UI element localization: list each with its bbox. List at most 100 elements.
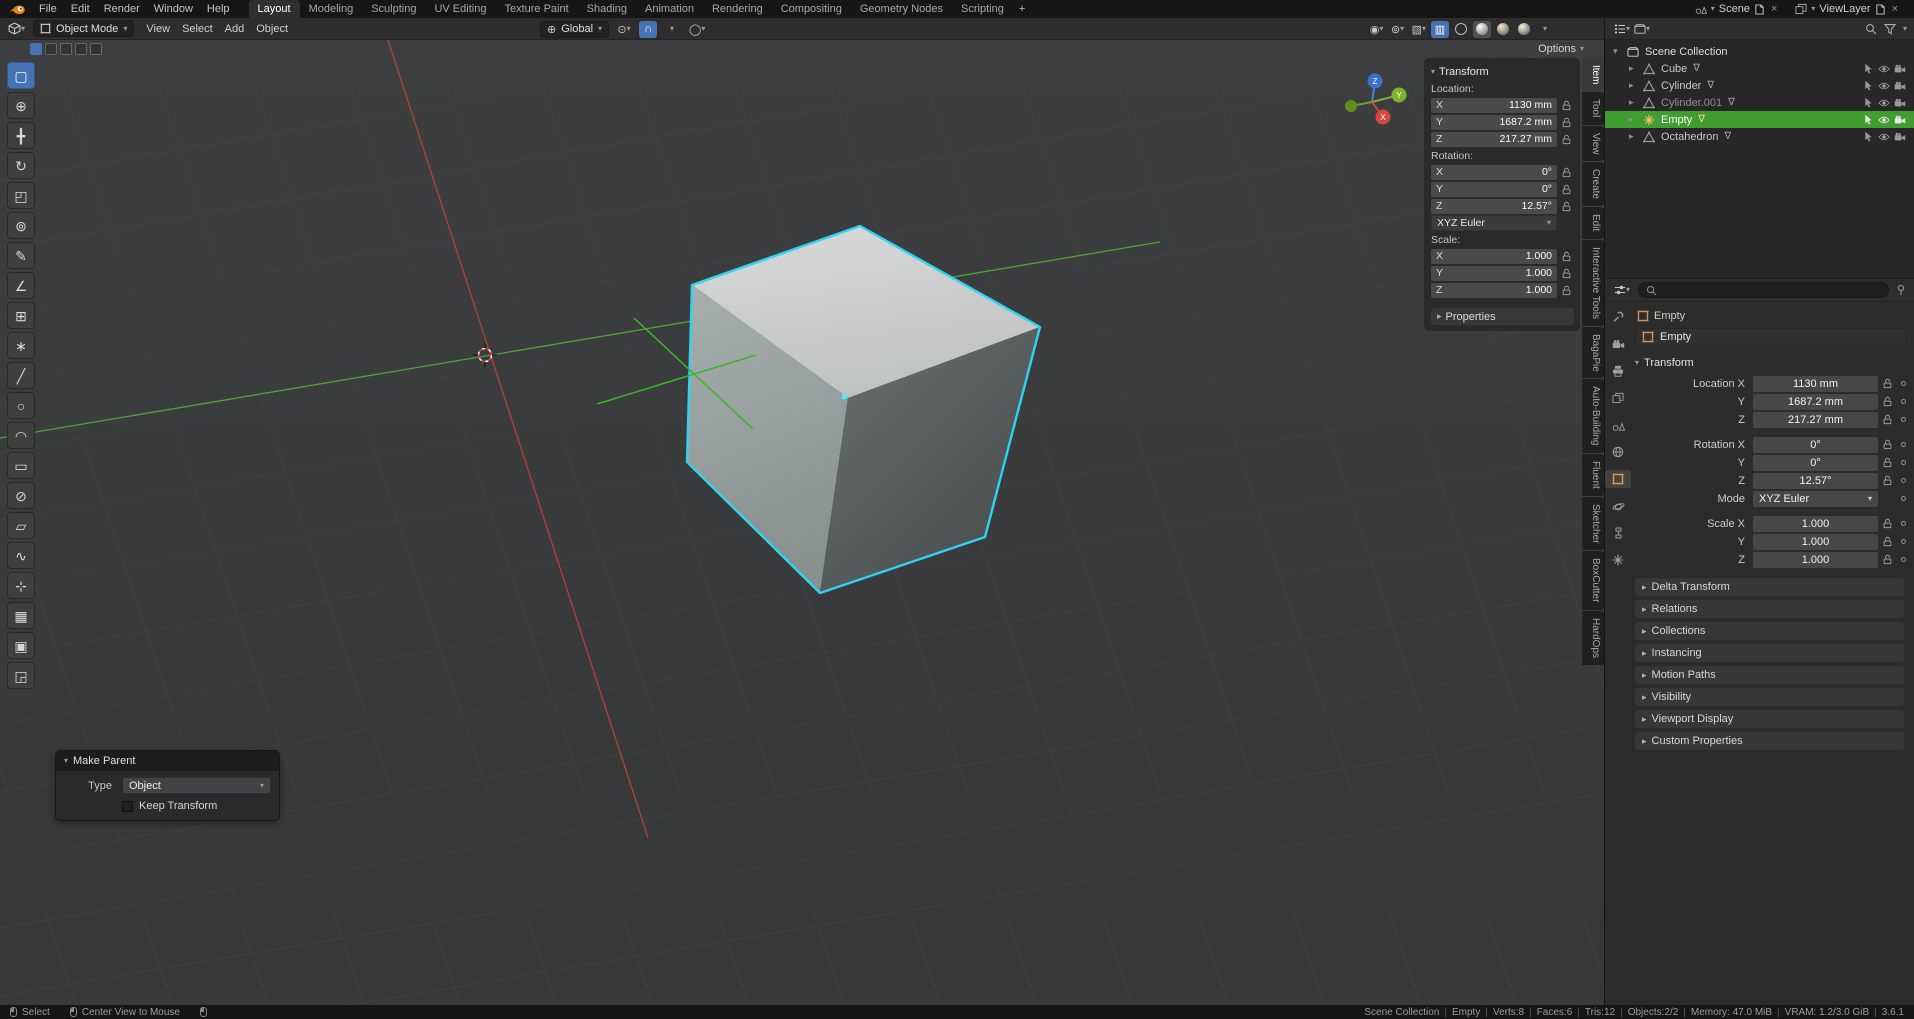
collapsed-panel[interactable]: ▸ Visibility bbox=[1635, 688, 1904, 706]
select-box-tool[interactable]: ▢ bbox=[7, 62, 35, 89]
number-field[interactable]: Y 1.000 bbox=[1431, 266, 1557, 281]
unlink-scene-button[interactable]: × bbox=[1769, 3, 1779, 15]
add-workspace-button[interactable]: + bbox=[1013, 0, 1031, 18]
animate-dot[interactable] bbox=[1901, 478, 1906, 483]
object-name-field[interactable]: Empty bbox=[1635, 328, 1906, 346]
add-circle-tool[interactable]: ○ bbox=[7, 392, 35, 419]
outliner-row[interactable]: ▸ Empty ∇ bbox=[1605, 111, 1914, 128]
scene-selector[interactable]: ▾ Scene × bbox=[1695, 3, 1780, 15]
outliner-editor-type-button[interactable]: ▾ bbox=[1612, 20, 1632, 37]
number-field[interactable]: X 1130 mm bbox=[1431, 98, 1557, 113]
sidebar-tab[interactable]: Tool bbox=[1582, 92, 1604, 124]
menu-item[interactable]: Help bbox=[200, 3, 237, 15]
collapsed-panel[interactable]: ▸ Motion Paths bbox=[1635, 666, 1904, 684]
shading-solid-button[interactable] bbox=[1473, 21, 1491, 38]
hide-eye-icon[interactable] bbox=[1878, 97, 1890, 109]
animate-dot[interactable] bbox=[1901, 381, 1906, 386]
add-arc-tool[interactable]: ◠ bbox=[7, 422, 35, 449]
shading-material-button[interactable] bbox=[1494, 21, 1512, 38]
property-value-field[interactable]: XYZ Euler ▾ bbox=[1753, 491, 1878, 507]
make-parent-header[interactable]: ▾ Make Parent bbox=[56, 751, 279, 771]
workspace-tab[interactable]: Scripting bbox=[952, 0, 1013, 18]
n-panel-transform-header[interactable]: ▾ Transform bbox=[1431, 63, 1574, 80]
build-tool[interactable]: ▦ bbox=[7, 602, 35, 629]
property-value-field[interactable]: 217.27 mm ▾ bbox=[1753, 412, 1878, 428]
viewport-menu-item[interactable]: Select bbox=[176, 23, 219, 35]
property-value-field[interactable]: 1.000 ▾ bbox=[1753, 534, 1878, 550]
mode-dropdown[interactable]: Object Mode ▾ bbox=[33, 20, 134, 37]
toggle-xray-button[interactable]: ▥ bbox=[1431, 21, 1449, 38]
menu-item[interactable]: Edit bbox=[64, 3, 97, 15]
workspace-tab[interactable]: Sculpting bbox=[362, 0, 425, 18]
collapsed-panel[interactable]: ▸ Delta Transform bbox=[1635, 578, 1904, 596]
animate-dot[interactable] bbox=[1901, 496, 1906, 501]
collapsed-panel[interactable]: ▸ Viewport Display bbox=[1635, 710, 1904, 728]
collapsed-panel[interactable]: ▸ Custom Properties bbox=[1635, 732, 1904, 750]
sidebar-tab[interactable]: Auto-Building bbox=[1582, 379, 1604, 452]
workspace-tab[interactable]: Layout bbox=[249, 0, 300, 18]
lock-icon[interactable] bbox=[1882, 518, 1896, 529]
tab-constraints[interactable] bbox=[1605, 524, 1631, 542]
viewport-3d[interactable]: Z Y X Options ▾ ▢⊕╋↻◰⊚✎∠⊞∗╱○◠▭⊘▱∿⊹▦▣◲ ▾ … bbox=[0, 40, 1604, 1005]
collapsed-panel[interactable]: ▸ Relations bbox=[1635, 600, 1904, 618]
chevron-down-icon[interactable]: ▾ bbox=[1903, 25, 1907, 33]
workplane-tool[interactable]: ⊹ bbox=[7, 572, 35, 599]
number-field[interactable]: Y 0° bbox=[1431, 182, 1557, 197]
workspace-tab[interactable]: UV Editing bbox=[425, 0, 495, 18]
show-overlays-button[interactable]: ▧▾ bbox=[1410, 21, 1428, 38]
rotate-tool[interactable]: ↻ bbox=[7, 152, 35, 179]
cursor-tool[interactable]: ⊕ bbox=[7, 92, 35, 119]
render-visibility-camera-icon[interactable] bbox=[1894, 80, 1906, 92]
lock-icon[interactable] bbox=[1882, 554, 1896, 565]
shading-settings-button[interactable]: ▾ bbox=[1536, 21, 1554, 38]
outliner-row[interactable]: ▸ Octahedron ∇ bbox=[1605, 128, 1914, 145]
parent-type-dropdown[interactable]: Object ▾ bbox=[122, 777, 271, 794]
add-point-tool[interactable]: ∗ bbox=[7, 332, 35, 359]
render-visibility-camera-icon[interactable] bbox=[1894, 63, 1906, 75]
menu-item[interactable]: Window bbox=[147, 3, 200, 15]
sidebar-tab[interactable]: View bbox=[1582, 126, 1604, 162]
remove-view-layer-button[interactable]: × bbox=[1890, 3, 1900, 15]
pin-icon[interactable] bbox=[1895, 284, 1907, 296]
sidebar-tab[interactable]: Item bbox=[1582, 58, 1604, 91]
number-field[interactable]: Z 1.000 bbox=[1431, 283, 1557, 298]
clip-tool[interactable]: ◲ bbox=[7, 662, 35, 689]
selectable-icon[interactable] bbox=[1863, 131, 1874, 142]
workspace-tab[interactable]: Geometry Nodes bbox=[851, 0, 952, 18]
view-layer-selector[interactable]: ▾ ViewLayer × bbox=[1795, 3, 1900, 15]
animate-dot[interactable] bbox=[1901, 417, 1906, 422]
property-value-field[interactable]: 12.57° ▾ bbox=[1753, 473, 1878, 489]
sidebar-tab[interactable]: Interactive Tools bbox=[1582, 240, 1604, 326]
lock-icon[interactable] bbox=[1882, 414, 1896, 425]
render-visibility-camera-icon[interactable] bbox=[1894, 114, 1906, 126]
property-value-field[interactable]: 1130 mm ▾ bbox=[1753, 376, 1878, 392]
number-field[interactable]: X 0° bbox=[1431, 165, 1557, 180]
new-view-layer-icon[interactable] bbox=[1875, 4, 1886, 15]
expand-arrow-icon[interactable]: ▾ bbox=[1613, 46, 1623, 57]
scale-tool[interactable]: ◰ bbox=[7, 182, 35, 209]
expand-arrow-icon[interactable]: ▸ bbox=[1629, 80, 1639, 91]
bezier-tool[interactable]: ∿ bbox=[7, 542, 35, 569]
select-mode-invert[interactable] bbox=[75, 43, 87, 55]
tab-object-data[interactable] bbox=[1605, 551, 1631, 569]
workspace-tab[interactable]: Compositing bbox=[772, 0, 851, 18]
animate-dot[interactable] bbox=[1901, 399, 1906, 404]
select-mode-intersect[interactable] bbox=[90, 43, 102, 55]
outliner-row[interactable]: ▸ Cylinder.001 ∇ bbox=[1605, 94, 1914, 111]
selectable-icon[interactable] bbox=[1863, 63, 1874, 74]
expand-arrow-icon[interactable]: ▸ bbox=[1629, 131, 1639, 142]
lock-icon[interactable] bbox=[1882, 536, 1896, 547]
property-value-field[interactable]: 0° ▾ bbox=[1753, 437, 1878, 453]
gizmo-axis-neg-y[interactable] bbox=[1345, 100, 1357, 112]
lock-icon[interactable] bbox=[1882, 378, 1896, 389]
sidebar-tab[interactable]: Create bbox=[1582, 162, 1604, 206]
workspace-tab[interactable]: Texture Paint bbox=[495, 0, 577, 18]
annotate-tool[interactable]: ✎ bbox=[7, 242, 35, 269]
measure-tool[interactable]: ∠ bbox=[7, 272, 35, 299]
scene-collection-row[interactable]: ▾ Scene Collection bbox=[1605, 43, 1914, 60]
collapsed-panel[interactable]: ▸ Instancing bbox=[1635, 644, 1904, 662]
selectable-icon[interactable] bbox=[1863, 97, 1874, 108]
sidebar-tab[interactable]: Sketcher bbox=[1582, 497, 1604, 550]
number-field[interactable]: Z 12.57° bbox=[1431, 199, 1557, 214]
lock-icon[interactable] bbox=[1882, 457, 1896, 468]
